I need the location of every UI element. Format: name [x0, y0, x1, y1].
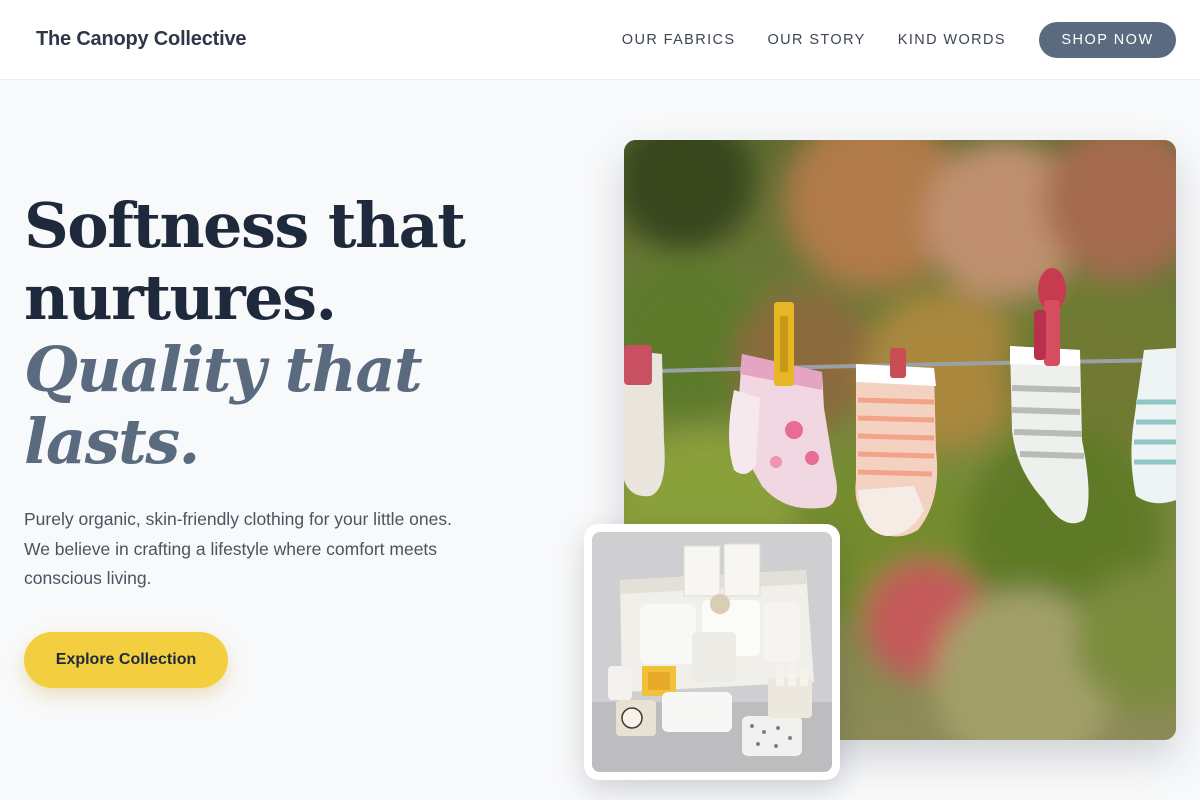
gift-box-photo: [592, 532, 832, 772]
site-header: The Canopy Collective OUR FABRICS OUR ST…: [0, 0, 1200, 80]
hero-heading-accent-line: Quality that: [24, 333, 423, 406]
explore-collection-button[interactable]: Explore Collection: [24, 632, 228, 688]
brand-logo[interactable]: The Canopy Collective: [36, 28, 246, 51]
nav-link-our-story[interactable]: OUR STORY: [767, 32, 865, 48]
shop-now-button[interactable]: SHOP NOW: [1039, 21, 1176, 58]
hero-heading-line: nurtures.: [24, 261, 337, 334]
nav-link-our-fabrics[interactable]: OUR FABRICS: [622, 32, 736, 48]
inset-photo-card: [584, 524, 840, 780]
main-nav: OUR FABRICS OUR STORY KIND WORDS SHOP NO…: [590, 21, 1176, 58]
hero-description: Purely organic, skin-friendly clothing f…: [24, 509, 452, 588]
nav-link-kind-words[interactable]: KIND WORDS: [898, 32, 1006, 48]
hero-heading: Softness that nurtures. Quality that las…: [24, 190, 494, 478]
hero-heading-line: Softness that: [24, 189, 466, 262]
hero-heading-accent-line: lasts.: [24, 405, 200, 478]
